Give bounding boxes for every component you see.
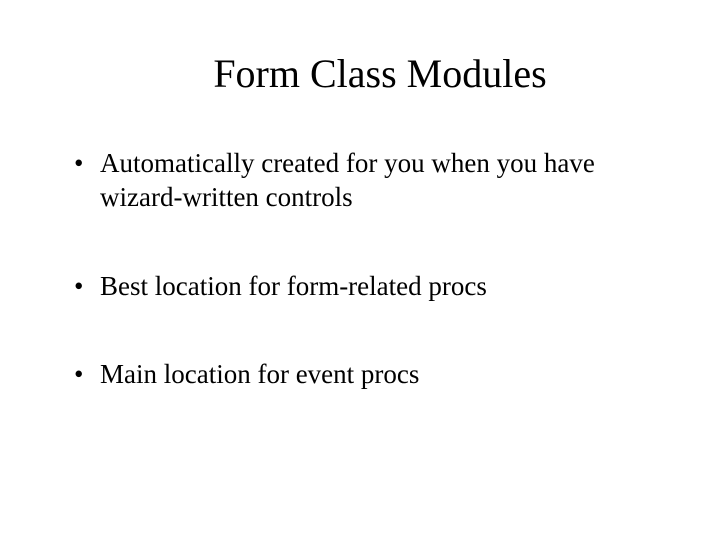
- bullet-item: Best location for form-related procs: [70, 270, 650, 304]
- bullet-item: Automatically created for you when you h…: [70, 147, 650, 215]
- bullet-list: Automatically created for you when you h…: [70, 147, 650, 392]
- slide: Form Class Modules Automatically created…: [0, 0, 720, 540]
- bullet-item: Main location for event procs: [70, 358, 650, 392]
- slide-title: Form Class Modules: [70, 50, 650, 97]
